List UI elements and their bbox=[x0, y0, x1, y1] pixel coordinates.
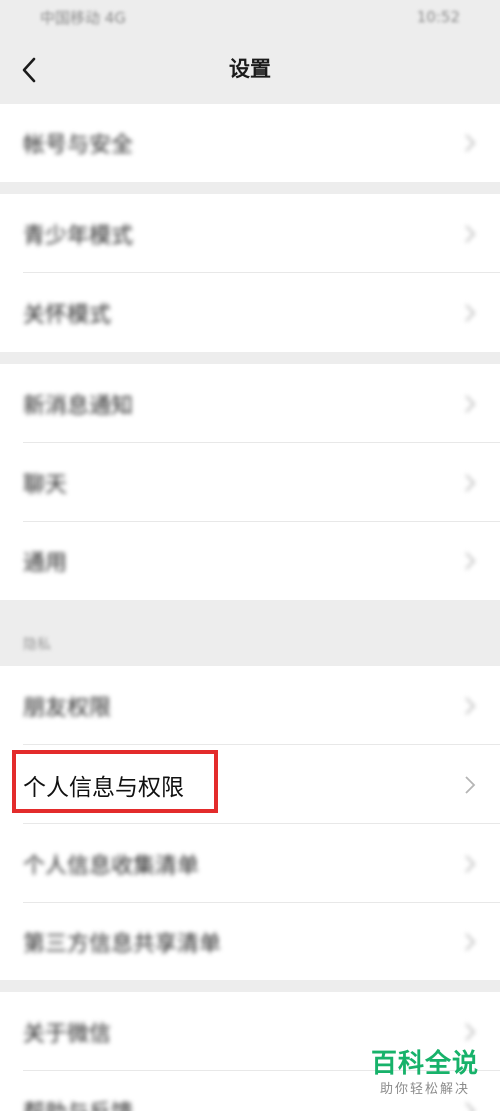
row-label: 帮助与反馈 bbox=[23, 1095, 133, 1111]
settings-row-chat[interactable]: 聊天 bbox=[0, 443, 500, 522]
status-bar: 中国移动 4G 10:52 bbox=[0, 0, 500, 34]
back-button[interactable] bbox=[14, 52, 44, 88]
row-label: 关怀模式 bbox=[23, 302, 112, 328]
watermark-subtitle: 助你轻松解决 bbox=[379, 1082, 470, 1097]
chevron-right-icon bbox=[464, 1021, 476, 1043]
chevron-left-icon bbox=[22, 57, 36, 83]
chevron-right-icon bbox=[464, 302, 476, 324]
row-label: 第三方信息共享清单 bbox=[23, 931, 222, 957]
chevron-right-icon bbox=[464, 774, 476, 796]
settings-row-teen-mode[interactable]: 青少年模式 bbox=[0, 194, 500, 273]
chevron-right-icon bbox=[464, 931, 476, 953]
row-label: 个人信息与权限 bbox=[23, 774, 184, 801]
settings-row-account-security[interactable]: 帐号与安全 bbox=[0, 104, 500, 182]
watermark-logo: 百科全说 助你轻松解决 bbox=[365, 1048, 485, 1106]
settings-row-third-party-sharing[interactable]: 第三方信息共享清单 bbox=[0, 903, 500, 980]
section-header-privacy: 隐私 bbox=[23, 637, 51, 653]
row-label: 聊天 bbox=[23, 472, 68, 498]
row-label: 新消息通知 bbox=[23, 393, 134, 419]
group-modes: 青少年模式 关怀模式 bbox=[0, 194, 500, 352]
chevron-right-icon bbox=[464, 223, 476, 245]
chevron-right-icon bbox=[464, 853, 476, 875]
chevron-right-icon bbox=[464, 393, 476, 415]
group-privacy: 朋友权限 个人信息与权限 个人信息收集清单 第三方信息共享清单 bbox=[0, 666, 500, 980]
chevron-right-icon bbox=[464, 695, 476, 717]
settings-row-friend-permissions[interactable]: 朋友权限 bbox=[0, 666, 500, 745]
row-label: 青少年模式 bbox=[23, 223, 134, 249]
carrier-label: 中国移动 4G bbox=[40, 8, 126, 27]
settings-row-notifications[interactable]: 新消息通知 bbox=[0, 364, 500, 443]
row-label: 通用 bbox=[23, 551, 68, 576]
settings-row-general[interactable]: 通用 bbox=[0, 522, 500, 600]
group-account: 帐号与安全 bbox=[0, 104, 500, 182]
settings-row-personal-info-list[interactable]: 个人信息收集清单 bbox=[0, 824, 500, 903]
row-label: 关于微信 bbox=[23, 1021, 112, 1047]
chevron-right-icon bbox=[464, 550, 476, 572]
row-label: 朋友权限 bbox=[23, 695, 112, 721]
group-general: 新消息通知 聊天 通用 bbox=[0, 364, 500, 600]
settings-row-care-mode[interactable]: 关怀模式 bbox=[0, 273, 500, 352]
page-title: 设置 bbox=[229, 57, 271, 81]
watermark-title: 百科全说 bbox=[370, 1049, 479, 1079]
settings-row-personal-info-permissions[interactable]: 个人信息与权限 bbox=[0, 745, 500, 824]
row-label: 帐号与安全 bbox=[23, 133, 134, 158]
status-time: 10:52 bbox=[416, 8, 460, 26]
chevron-right-icon bbox=[464, 132, 476, 154]
settings-screen: 中国移动 4G 10:52 设置 帐号与安全 青少年模式 关怀模式 新消息通知 … bbox=[0, 0, 500, 1111]
nav-bar: 设置 bbox=[0, 34, 500, 104]
row-label: 个人信息收集清单 bbox=[23, 853, 200, 879]
chevron-right-icon bbox=[464, 472, 476, 494]
